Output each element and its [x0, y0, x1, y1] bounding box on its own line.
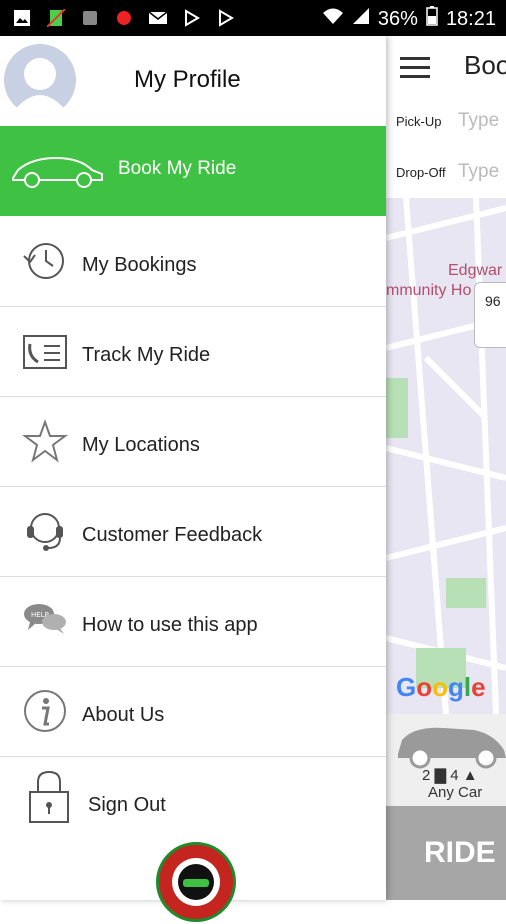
menu-item-book-my-ride[interactable]: Book My Ride: [0, 126, 386, 216]
sim-icon: [46, 8, 66, 28]
menu-item-label: My Bookings: [82, 254, 197, 276]
clock: 18:21: [445, 7, 496, 30]
profile-title: My Profile: [134, 66, 241, 93]
ride-now-button[interactable]: RIDE N: [386, 806, 506, 900]
pickup-input[interactable]: Type: [458, 110, 499, 132]
battery-percent: 36%: [377, 7, 418, 30]
play-store-icon-2: [216, 8, 236, 28]
svg-text:HELP: HELP: [31, 611, 49, 619]
pickup-label: Pick-Up: [396, 114, 442, 129]
menu-item-label: Book My Ride: [118, 158, 237, 179]
signal-icon: [352, 7, 370, 31]
notification-icons: [12, 8, 236, 28]
dropoff-input[interactable]: Type: [458, 161, 499, 183]
play-store-icon: [182, 8, 202, 28]
menu-item-label: My Locations: [82, 434, 200, 456]
status-bar: 36% 18:21: [0, 0, 506, 36]
map-place-label-2: mmunity Ho: [386, 282, 472, 299]
profile-header[interactable]: My Profile: [0, 36, 386, 126]
image-icon: [12, 8, 32, 28]
menu-item-label: Customer Feedback: [82, 524, 263, 546]
app-title: Boo: [464, 50, 506, 80]
navigation-drawer: My Profile Book My Ride My Bookings Trac…: [0, 36, 386, 922]
contact-card-icon: [22, 328, 68, 374]
dropoff-label: Drop-Off: [396, 165, 446, 180]
menu-item-my-locations[interactable]: My Locations: [0, 396, 386, 487]
wifi-icon: [322, 7, 344, 31]
menu-item-label: Track My Ride: [82, 344, 211, 366]
menu-item-track-my-ride[interactable]: Track My Ride: [0, 306, 386, 397]
menu-item-label: How to use this app: [82, 614, 258, 636]
company-logo: [156, 842, 236, 922]
help-chat-icon: HELP: [22, 598, 68, 644]
google-logo: Google: [396, 672, 486, 702]
hamburger-menu-icon[interactable]: [400, 56, 430, 78]
map-info-window[interactable]: 96: [474, 282, 506, 348]
car-type-label: Any Car: [428, 784, 483, 801]
menu-item-sign-out[interactable]: Sign Out: [0, 756, 386, 846]
booking-screen: Boo Pick-Up Type Drop-Off Type Edgwar mm…: [386, 36, 506, 900]
car-selector[interactable]: 2 ▇ 4 ▲ Any Car: [386, 714, 506, 806]
info-icon: [22, 688, 68, 734]
menu-item-how-to-use[interactable]: HELP How to use this app: [0, 576, 386, 667]
car-type-icon: [398, 727, 506, 769]
app-icon: [80, 8, 100, 28]
status-right: 36% 18:21: [322, 6, 496, 32]
history-icon: [22, 238, 68, 284]
mail-icon: [148, 8, 168, 28]
car-capacity: 2 ▇ 4 ▲: [422, 767, 478, 784]
map-place-label: Edgwar: [448, 262, 503, 279]
headset-icon: [22, 508, 68, 554]
battery-icon: [426, 6, 438, 32]
record-icon: [114, 8, 134, 28]
menu-item-label: Sign Out: [88, 794, 166, 816]
map-view[interactable]: Edgwar mmunity Ho 96 Google: [386, 198, 506, 714]
menu-item-about-us[interactable]: About Us: [0, 666, 386, 757]
dropoff-row[interactable]: Drop-Off Type: [386, 147, 506, 200]
lock-icon: [26, 770, 72, 823]
menu-item-my-bookings[interactable]: My Bookings: [0, 216, 386, 307]
avatar[interactable]: [4, 44, 76, 116]
pickup-row[interactable]: Pick-Up Type: [386, 96, 506, 149]
app-toolbar: Boo: [386, 36, 506, 97]
menu-item-label: About Us: [82, 704, 165, 726]
star-icon: [22, 418, 68, 464]
car-icon: [10, 148, 106, 194]
menu-item-customer-feedback[interactable]: Customer Feedback: [0, 486, 386, 577]
